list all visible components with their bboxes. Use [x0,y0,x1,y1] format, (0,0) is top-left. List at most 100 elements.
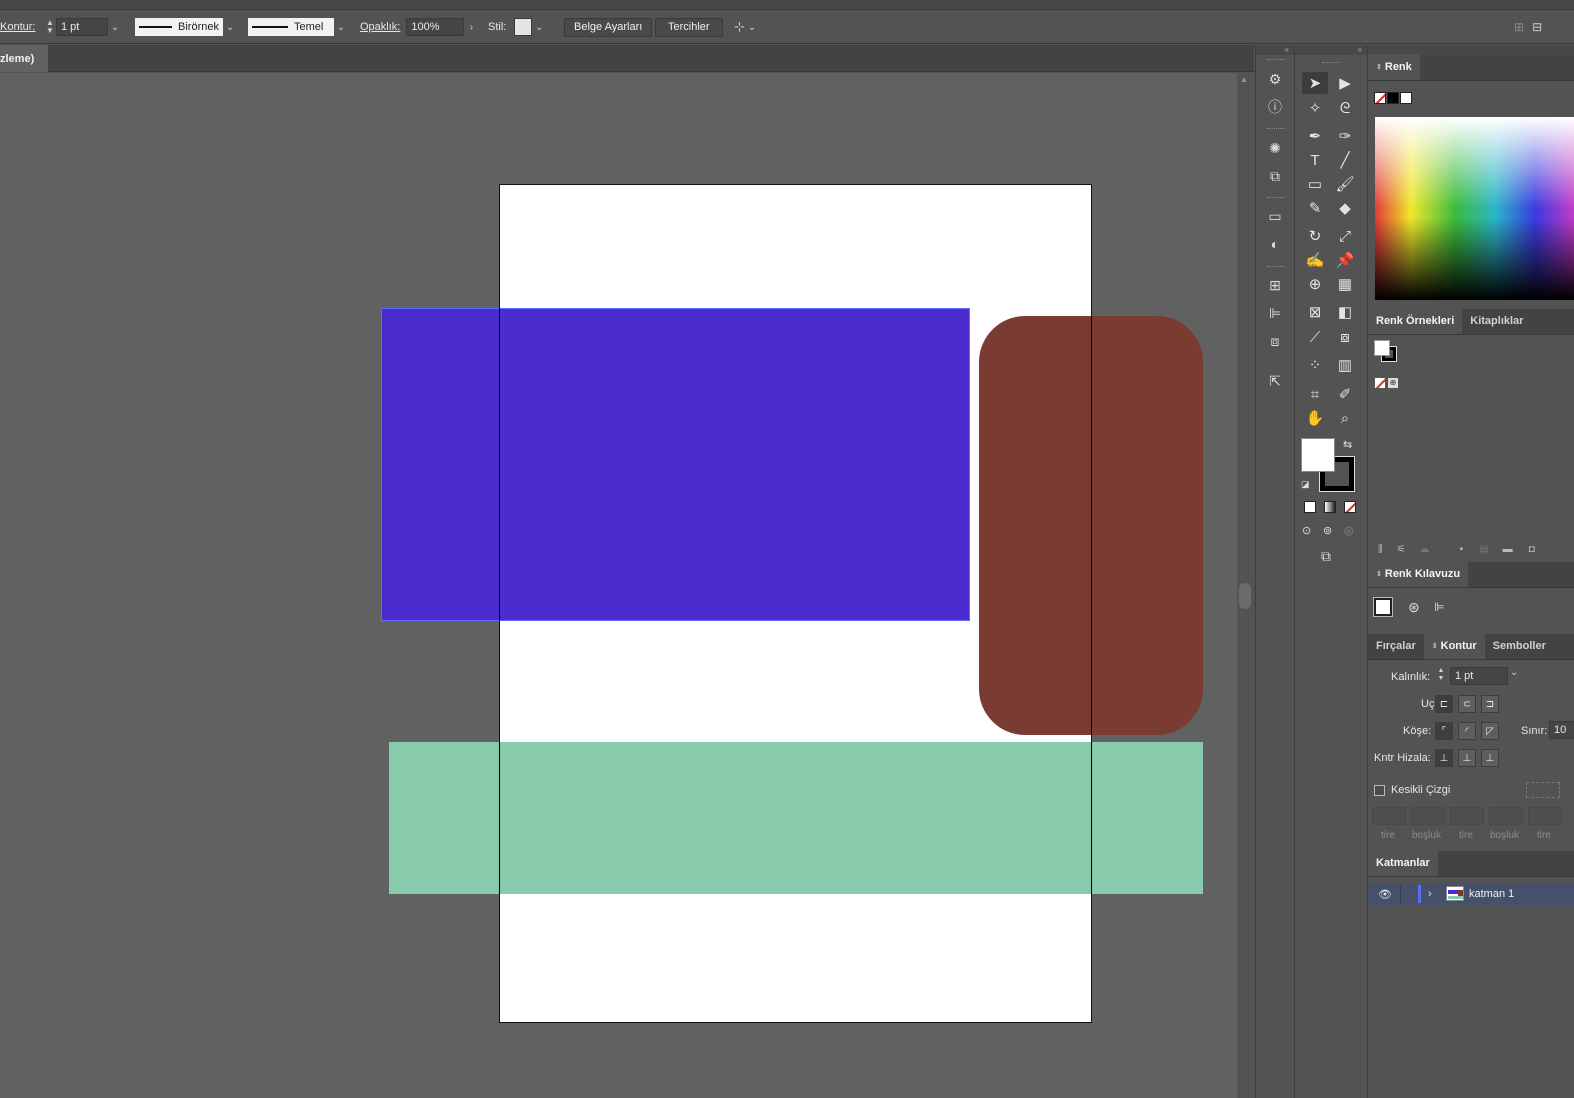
chevron-down-icon[interactable]: ⌄ [223,22,237,33]
none-mode-icon[interactable] [1344,501,1356,513]
rotate-tool-icon[interactable]: ↻ [1302,225,1328,247]
graphic-style-swatch[interactable] [514,18,533,36]
chevron-down-icon[interactable]: ⌄ [1510,667,1518,678]
pen-tool-icon[interactable]: ✒ [1302,125,1328,147]
curvature-tool-icon[interactable]: ✑ [1332,125,1358,147]
document-tab[interactable]: zleme) [0,45,48,72]
pathfinder-icon[interactable]: ⧈ [1264,330,1286,352]
variable-width-profile-select[interactable]: Birörnek [135,18,223,36]
stroke-label[interactable]: Kontur: [0,21,35,33]
white-color-icon[interactable] [1400,92,1412,104]
grip-icon[interactable] [1267,128,1285,130]
draw-normal-icon[interactable]: ⊙ [1302,524,1311,537]
fill-swatch-front[interactable] [1301,438,1335,472]
align-inside-button[interactable]: ⊥ [1458,749,1476,767]
opacity-input[interactable]: 100% [406,18,465,36]
collapse-tools-icon[interactable]: » [1295,45,1367,55]
new-group-icon[interactable]: ▬ [1503,544,1513,555]
gradient-mode-icon[interactable] [1324,501,1336,513]
arrange-icon[interactable]: ⊹ [734,19,745,35]
projecting-cap-button[interactable]: ⊐ [1481,695,1499,713]
dashed-line-checkbox[interactable] [1374,785,1385,796]
grid-icon[interactable]: ⊞ [1514,20,1524,34]
tab-symbols[interactable]: Semboller [1485,633,1554,659]
shape-builder-tool-icon[interactable]: ⊕ [1302,273,1328,295]
round-cap-button[interactable]: ⊂ [1458,695,1476,713]
purple-rectangle[interactable] [381,308,970,621]
slice-tool-icon[interactable]: ✐ [1332,383,1358,405]
gap-field-2[interactable] [1489,807,1523,825]
swatch-libraries-menu-icon[interactable]: ⫼ [1378,544,1383,555]
transparency-icon[interactable]: ◐ [1264,233,1286,255]
chevron-down-icon[interactable]: ⌄ [334,22,348,33]
transform-icon[interactable]: ⧉ [1264,165,1286,187]
brush-definition-select[interactable]: Temel [248,18,334,36]
line-tool-icon[interactable]: ╱ [1332,149,1358,171]
info-icon[interactable]: ⓘ [1264,96,1286,118]
appearance-icon[interactable]: ✺ [1264,137,1286,159]
butt-cap-button[interactable]: ⊏ [1435,695,1453,713]
color-mode-icon[interactable] [1304,501,1316,513]
default-fill-stroke-icon[interactable]: ◪ [1301,479,1310,490]
chevron-down-icon[interactable]: ⌄ [108,22,122,33]
grip-icon[interactable] [1322,62,1340,64]
canvas[interactable] [0,73,1237,1098]
stroke-weight-field[interactable]: 1 pt [1450,667,1508,685]
visibility-eye-icon[interactable]: 👁 [1378,888,1392,901]
opacity-label[interactable]: Opaklık: [360,21,400,33]
miter-join-button[interactable]: ⌜ [1435,722,1453,740]
draw-inside-icon[interactable]: ◎ [1344,524,1354,537]
gradient-panel-icon[interactable]: ▭ [1264,205,1286,227]
paintbrush-tool-icon[interactable]: 🖌 [1332,173,1358,195]
artboard-tool-icon[interactable]: ⌗ [1302,383,1328,405]
blend-tool-icon[interactable]: ⧇ [1332,326,1358,348]
dash-preset-icon[interactable] [1526,782,1560,798]
chevron-right-icon[interactable]: › [464,22,478,33]
direct-selection-tool-icon[interactable]: ▶ [1332,72,1358,94]
dash-field-3[interactable] [1528,807,1562,825]
harmony-rules-icon[interactable]: ⊛ [1408,599,1420,616]
properties-icon[interactable]: ⚙ [1264,68,1286,90]
tab-layers[interactable]: Katmanlar [1368,850,1438,876]
align-icon[interactable]: ⊫ [1264,302,1286,324]
cloud-icon[interactable]: ☁ [1420,544,1430,555]
swatch-fill-proxy[interactable] [1374,340,1390,356]
miter-limit-field[interactable]: 10 [1549,721,1574,739]
gradient-tool-icon[interactable]: ◧ [1332,301,1358,323]
align-center-button[interactable]: ⊥ [1435,749,1453,767]
stroke-weight-stepper[interactable]: ▲ ▼ [44,18,56,36]
type-tool-icon[interactable]: T [1302,149,1328,171]
black-color-icon[interactable] [1387,92,1399,104]
tab-color[interactable]: ⇕ Renk [1368,54,1420,80]
hand-tool-icon[interactable]: ✋ [1302,407,1328,429]
align-outside-button[interactable]: ⊥ [1481,749,1499,767]
swatch-options-icon[interactable]: ▪ [1460,544,1464,555]
selection-tool-icon[interactable]: ➤ [1302,72,1328,94]
mint-rectangle[interactable] [389,742,1203,894]
tab-swatches[interactable]: Renk Örnekleri [1368,308,1463,334]
scrollbar-thumb[interactable] [1239,583,1251,609]
new-swatch-icon[interactable]: ◘ [1529,544,1535,555]
scroll-up-icon[interactable]: ▲ [1240,75,1248,84]
artboards-icon[interactable]: ⊞ [1264,274,1286,296]
dash-field-1[interactable] [1372,807,1406,825]
swatch-none[interactable] [1374,377,1386,389]
color-group-icon[interactable]: ▤ [1479,544,1488,555]
magic-wand-tool-icon[interactable]: ✧ [1302,97,1328,119]
mesh-tool-icon[interactable]: ⊠ [1302,301,1328,323]
draw-behind-icon[interactable]: ⊚ [1323,524,1332,537]
tab-color-guide[interactable]: ⇕ Renk Kılavuzu [1368,561,1469,587]
chevron-down-icon[interactable]: ⌄ [745,22,759,33]
graph-tool-icon[interactable]: ▥ [1332,354,1358,376]
eyedropper-tool-icon[interactable]: ⟋ [1302,326,1328,348]
gap-field-1[interactable] [1411,807,1445,825]
swatch-registration[interactable]: ⊕ [1387,377,1399,389]
preferences-button[interactable]: Tercihler [655,17,723,37]
color-spectrum[interactable] [1375,117,1574,300]
grip-icon[interactable] [1267,266,1285,268]
save-color-group-icon[interactable]: ⊫ [1434,600,1444,614]
eraser-tool-icon[interactable]: ◆ [1332,197,1358,219]
screen-mode-icon[interactable]: ⧉ [1321,548,1331,565]
layer-name[interactable]: katman 1 [1469,888,1514,900]
scale-tool-icon[interactable]: ⤢ [1332,225,1358,247]
